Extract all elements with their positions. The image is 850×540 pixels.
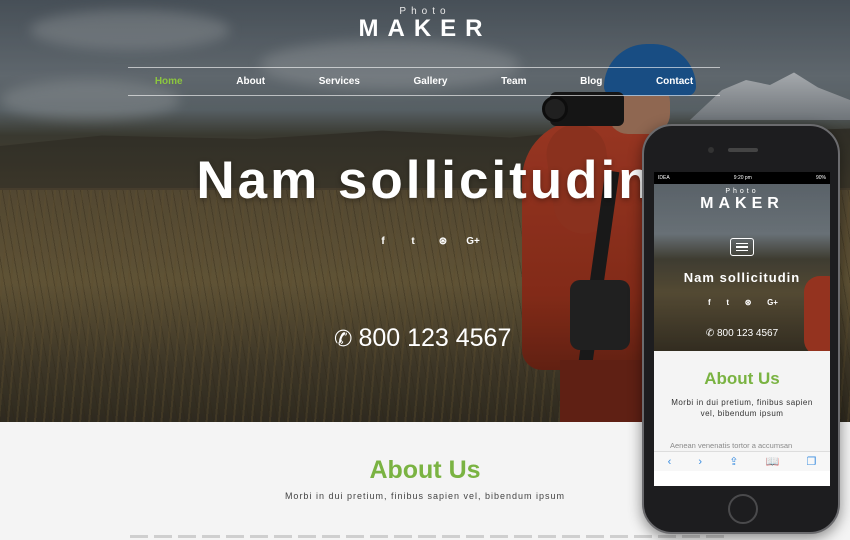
mobile-phone[interactable]: ✆ 800 123 4567 xyxy=(654,328,830,339)
share-icon[interactable]: ⇪ xyxy=(729,455,738,468)
phone-mockup: IDEA 9:20 pm 90% Photo MAKER Nam sollici… xyxy=(642,124,840,534)
front-camera xyxy=(708,147,714,153)
mobile-google-plus-icon[interactable]: G+ xyxy=(767,298,778,307)
phone-number: 800 123 4567 xyxy=(358,324,512,352)
dribbble-icon[interactable]: ⊛ xyxy=(436,236,450,247)
twitter-icon[interactable]: t xyxy=(406,236,420,247)
back-icon[interactable]: ‹ xyxy=(668,456,672,468)
home-button[interactable] xyxy=(728,494,758,524)
mobile-about-section: About Us Morbi in dui pretium, finibus s… xyxy=(654,351,830,463)
hero-phone[interactable]: ✆ 800 123 4567 xyxy=(334,324,511,353)
status-battery: 90% xyxy=(815,175,826,181)
mobile-about-heading: About Us xyxy=(704,369,780,388)
social-links: f t ⊛ G+ xyxy=(376,236,480,247)
nav-item-about[interactable]: About xyxy=(236,76,265,87)
mobile-twitter-icon[interactable]: t xyxy=(726,298,729,307)
mobile-social-links: f t ⊛ G+ xyxy=(708,298,778,307)
google-plus-icon[interactable]: G+ xyxy=(466,236,480,247)
nav-item-gallery[interactable]: Gallery xyxy=(414,76,448,87)
phone-icon: ✆ xyxy=(705,328,715,339)
status-bar: IDEA 9:20 pm 90% xyxy=(654,172,830,184)
mobile-hero: Photo MAKER Nam sollicitudin f t ⊛ G+ ✆ 800… xyxy=(654,184,830,351)
mobile-facebook-icon[interactable]: f xyxy=(708,298,711,307)
nav-item-blog[interactable]: Blog xyxy=(580,76,602,87)
forward-icon[interactable]: › xyxy=(698,456,702,468)
browser-toolbar: ‹ › ⇪ 📖 ❐ xyxy=(654,451,830,471)
tabs-icon[interactable]: ❐ xyxy=(807,455,817,468)
hamburger-menu-icon[interactable] xyxy=(730,238,754,256)
nav-item-services[interactable]: Services xyxy=(319,76,360,87)
about-faded-text xyxy=(130,535,730,538)
nav-item-home[interactable]: Home xyxy=(155,76,183,87)
phone-icon: ✆ xyxy=(334,325,353,351)
mobile-hero-title: Nam sollicitudin xyxy=(683,270,801,285)
mobile-logo-small: Photo xyxy=(725,188,759,195)
mobile-logo-big: MAKER xyxy=(700,195,784,212)
mobile-logo[interactable]: Photo MAKER xyxy=(654,188,830,213)
mobile-dribbble-icon[interactable]: ⊛ xyxy=(745,298,752,307)
main-nav: Home About Services Gallery Team Blog Contact xyxy=(128,67,720,96)
bookmarks-icon[interactable]: 📖 xyxy=(766,455,780,468)
mobile-phone-number: 800 123 4567 xyxy=(717,328,779,339)
logo-big-text: MAKER xyxy=(358,15,492,42)
status-carrier: IDEA xyxy=(658,175,670,181)
nav-item-team[interactable]: Team xyxy=(501,76,526,87)
status-time: 9:20 pm xyxy=(733,175,752,181)
earpiece-speaker xyxy=(728,148,758,152)
mobile-about-subheading: Morbi in dui pretium, finibus sapien vel… xyxy=(671,398,813,418)
facebook-icon[interactable]: f xyxy=(376,236,390,247)
nav-item-contact[interactable]: Contact xyxy=(656,76,693,87)
site-logo[interactable]: Photo MAKER xyxy=(0,6,850,43)
phone-screen: IDEA 9:20 pm 90% Photo MAKER Nam sollici… xyxy=(654,172,830,486)
